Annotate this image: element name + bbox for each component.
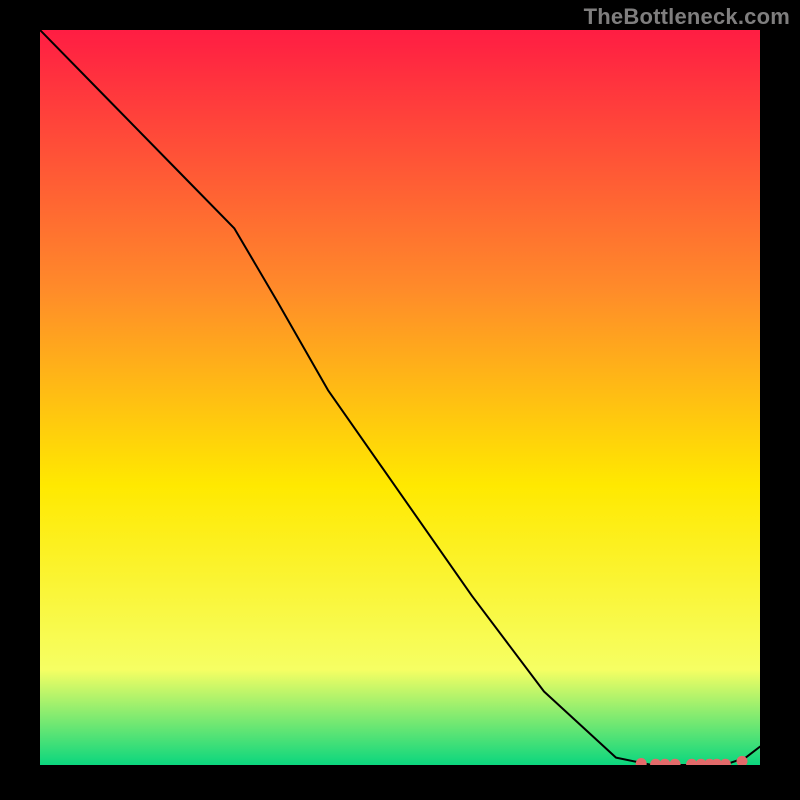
- plot-area: [40, 30, 760, 765]
- chart-frame: TheBottleneck.com: [0, 0, 800, 800]
- watermark-text: TheBottleneck.com: [584, 4, 790, 30]
- chart-svg: [40, 30, 760, 765]
